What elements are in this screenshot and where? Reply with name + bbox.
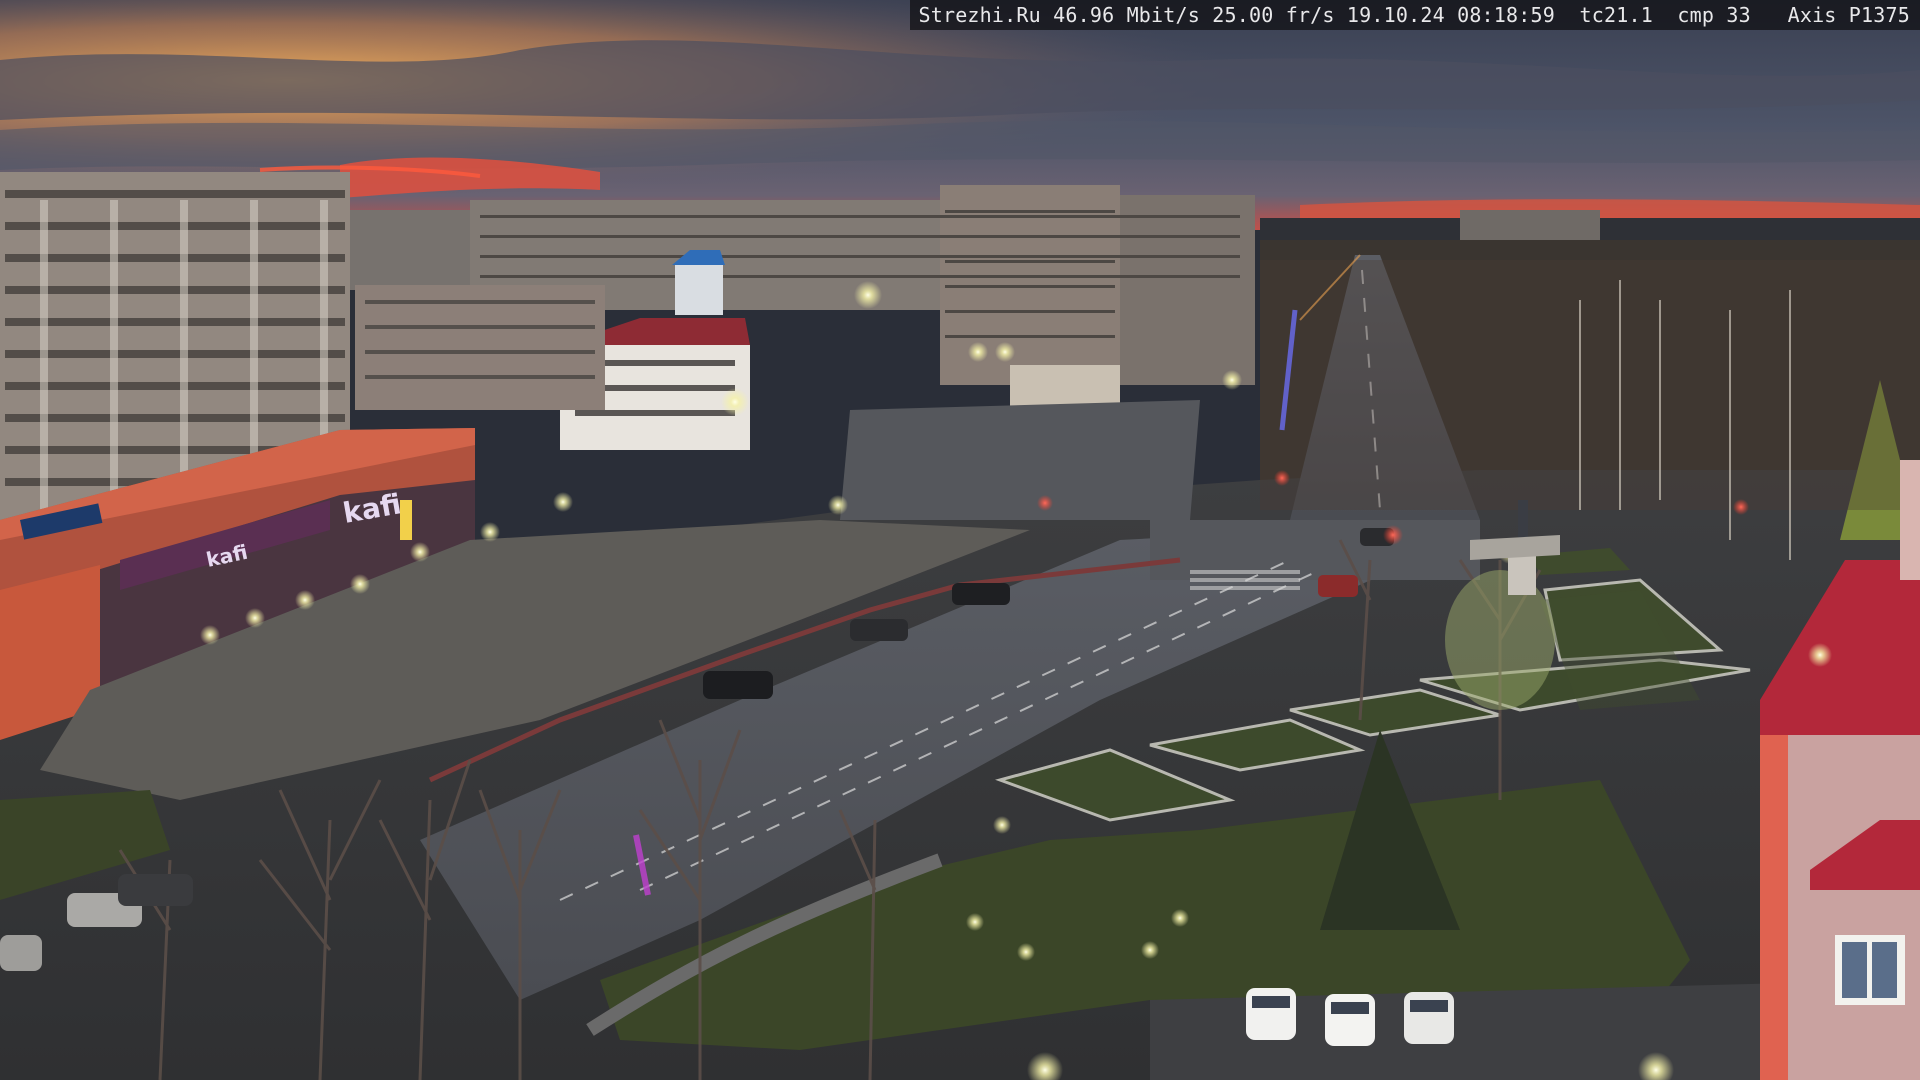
webcam-city-scene: kafi kafi: [0, 0, 1920, 1080]
camera-overlay-text: Strezhi.Ru 46.96 Mbit/s 25.00 fr/s 19.10…: [910, 0, 1920, 30]
